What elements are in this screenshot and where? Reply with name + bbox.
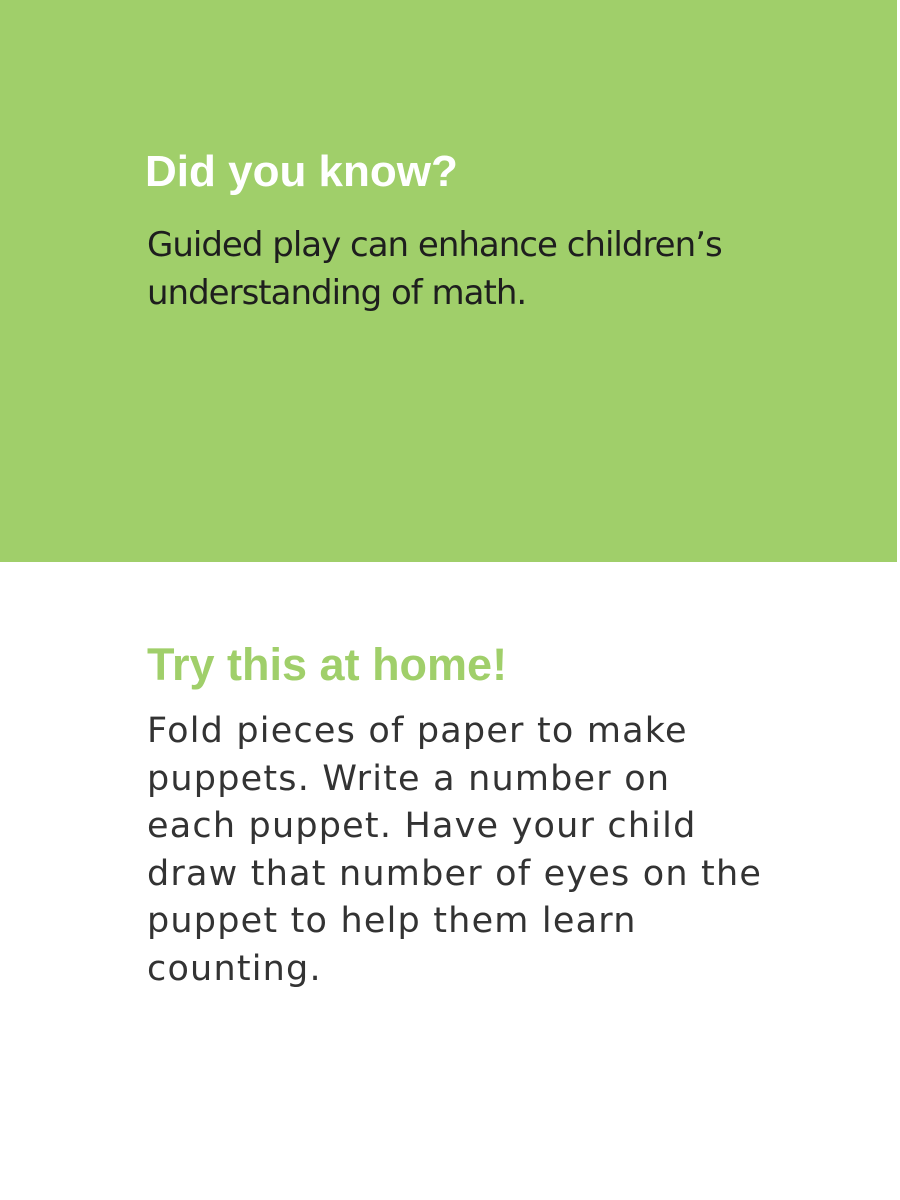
try-this-heading: Try this at home! [147,639,508,690]
try-this-text: Fold pieces of paper to make puppets. Wr… [147,708,887,994]
try-this-line: puppets. Write a number on [147,758,671,799]
try-this-line: draw that number of eyes on the [147,853,763,894]
page: Did you know? Guided play can enhance ch… [0,0,900,1200]
did-you-know-text: Guided play can enhance children’s under… [147,221,867,317]
did-you-know-line: understanding of math. [147,273,527,313]
try-this-line: each puppet. Have your child [147,806,697,847]
try-this-line: Fold pieces of paper to make [147,711,688,751]
did-you-know-panel: Did you know? Guided play can enhance ch… [0,0,897,562]
try-this-line: puppet to help them learn [147,901,637,942]
try-this-line: counting. [147,948,322,989]
did-you-know-line: Guided play can enhance children’s [147,225,723,265]
did-you-know-heading: Did you know? [145,147,458,196]
